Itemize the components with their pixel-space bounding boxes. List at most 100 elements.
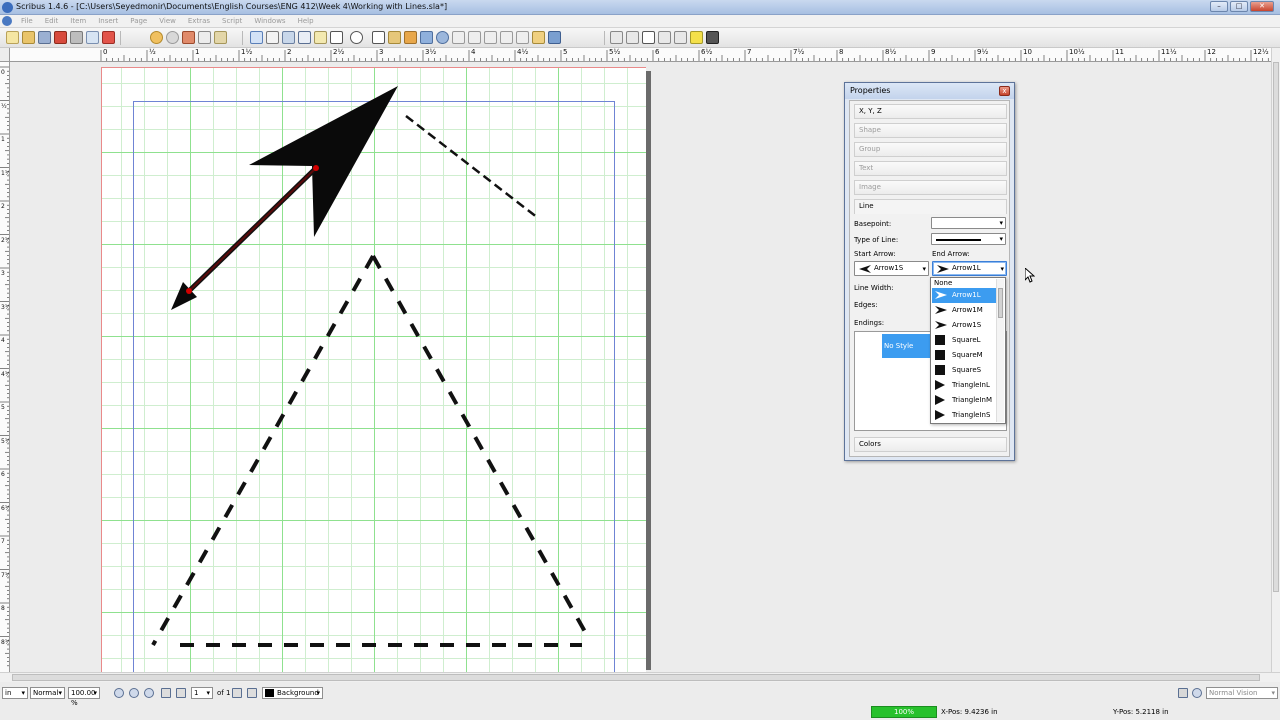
next-page-icon[interactable] [232, 688, 242, 698]
unit-select[interactable]: in [2, 687, 28, 699]
edit-text-icon[interactable] [468, 31, 481, 44]
copy-properties-icon[interactable] [532, 31, 545, 44]
image-frame-icon[interactable] [282, 31, 295, 44]
section-image[interactable]: Image [854, 180, 1007, 195]
freehand-icon[interactable] [404, 31, 417, 44]
pdf-listbox-icon[interactable] [674, 31, 687, 44]
dropdown-option-squarem[interactable]: SquareM [932, 348, 996, 363]
page-number-select[interactable]: 1 [191, 687, 213, 699]
save-icon[interactable] [38, 31, 51, 44]
close-window-button[interactable]: ✕ [1250, 1, 1274, 12]
new-document-icon[interactable] [6, 31, 19, 44]
layer-select[interactable]: Background [262, 687, 323, 699]
section-group[interactable]: Group [854, 142, 1007, 157]
section-line[interactable]: Line [854, 199, 1007, 214]
link-annotation-icon[interactable] [706, 31, 719, 44]
preview-mode-icon[interactable] [1178, 688, 1188, 698]
cut-icon[interactable] [182, 31, 195, 44]
menu-help[interactable]: Help [292, 15, 320, 28]
type-of-line-select[interactable]: ▾ [931, 233, 1006, 245]
close-document-icon[interactable] [54, 31, 67, 44]
vertical-ruler[interactable]: 0 ½ 1 1½ 2 2½ 3 3½ 4 4½ 5 5½ 6 6½ 7 7½ 8 8½ [0, 62, 10, 672]
dropdown-scrollbar[interactable] [996, 279, 1004, 422]
section-text[interactable]: Text [854, 161, 1007, 176]
horizontal-scrollbar[interactable] [0, 672, 1280, 682]
section-colors[interactable]: Colors [854, 437, 1007, 452]
start-arrow-select[interactable]: Arrow1S ▾ [854, 261, 929, 276]
menu-edit[interactable]: Edit [39, 15, 65, 28]
polygon-icon[interactable] [350, 31, 363, 44]
menu-insert[interactable]: Insert [92, 15, 124, 28]
zoom-100-icon[interactable] [129, 688, 139, 698]
rotate-icon[interactable] [420, 31, 433, 44]
previous-page-icon[interactable] [176, 688, 186, 698]
select-item-icon[interactable] [250, 31, 263, 44]
end-arrow-dropdown[interactable]: None Arrow1L Arrow1M Arrow1S SquareL Squ… [930, 277, 1006, 424]
pdf-pushbutton-icon[interactable] [610, 31, 623, 44]
pdf-combobox-icon[interactable] [658, 31, 671, 44]
view-as-icon[interactable] [1192, 688, 1202, 698]
zoom-icon[interactable] [436, 31, 449, 44]
basepoint-select[interactable]: ▾ [931, 217, 1006, 229]
dropdown-option-triangleinm[interactable]: TriangleInM [932, 393, 996, 408]
paste-icon[interactable] [214, 31, 227, 44]
dropdown-option-none[interactable]: None [932, 278, 996, 288]
menu-windows[interactable]: Windows [248, 15, 291, 28]
render-frame-icon[interactable] [298, 31, 311, 44]
horizontal-ruler[interactable]: 0 ½ 1 1½ 2 2½ 3 3½ 4 4½ 5 5½ 6 6½ 7 7½ 8 8½ 9 9½ 10 10½ 11 11½ 1… [10, 48, 1272, 62]
end-arrow-select[interactable]: Arrow1L ▾ [932, 261, 1007, 276]
eye-dropper-icon[interactable] [548, 31, 561, 44]
open-folder-icon[interactable] [22, 31, 35, 44]
ruler-label: 1½ [1, 169, 10, 177]
menu-file[interactable]: File [15, 15, 39, 28]
dropdown-scroll-thumb[interactable] [998, 288, 1003, 318]
last-page-icon[interactable] [247, 688, 257, 698]
properties-close-button[interactable]: x [999, 86, 1010, 96]
edit-contents-icon[interactable] [452, 31, 465, 44]
zoom-input[interactable]: 100.00 % [68, 687, 100, 707]
measurements-icon[interactable] [516, 31, 529, 44]
menu-page[interactable]: Page [124, 15, 153, 28]
unlink-frames-icon[interactable] [500, 31, 513, 44]
menu-script[interactable]: Script [216, 15, 248, 28]
dropdown-option-triangleinl[interactable]: TriangleInL [932, 378, 996, 393]
dropdown-option-squares[interactable]: SquareS [932, 363, 996, 378]
pdf-textfield-icon[interactable] [626, 31, 639, 44]
pdf-checkbox-icon[interactable] [642, 31, 655, 44]
zoom-out-icon[interactable] [114, 688, 124, 698]
menu-item[interactable]: Item [64, 15, 92, 28]
export-pdf-icon[interactable] [102, 31, 115, 44]
line-icon[interactable] [372, 31, 385, 44]
maximize-button[interactable]: □ [1230, 1, 1248, 12]
properties-title[interactable]: Properties [845, 83, 1014, 99]
text-frame-icon[interactable] [266, 31, 279, 44]
first-page-icon[interactable] [161, 688, 171, 698]
dropdown-option-arrow1m[interactable]: Arrow1M [932, 303, 996, 318]
shape-icon[interactable] [330, 31, 343, 44]
menu-extras[interactable]: Extras [182, 15, 216, 28]
table-icon[interactable] [314, 31, 327, 44]
horizontal-scroll-thumb[interactable] [12, 674, 1260, 681]
vertical-scrollbar[interactable] [1271, 48, 1280, 672]
section-shape[interactable]: Shape [854, 123, 1007, 138]
link-frames-icon[interactable] [484, 31, 497, 44]
redo-icon[interactable] [166, 31, 179, 44]
vertical-scroll-thumb[interactable] [1273, 62, 1279, 592]
section-xyz[interactable]: X, Y, Z [854, 104, 1007, 119]
preflight-icon[interactable] [86, 31, 99, 44]
undo-icon[interactable] [150, 31, 163, 44]
dropdown-option-arrow1l[interactable]: Arrow1L [932, 288, 996, 303]
print-icon[interactable] [70, 31, 83, 44]
dropdown-option-arrow1s[interactable]: Arrow1S [932, 318, 996, 333]
text-annotation-icon[interactable] [690, 31, 703, 44]
line-style-item[interactable]: No Style [882, 334, 934, 358]
menu-view[interactable]: View [153, 15, 182, 28]
image-quality-select[interactable]: Normal [30, 687, 65, 699]
dropdown-option-squarel[interactable]: SquareL [932, 333, 996, 348]
zoom-in-icon[interactable] [144, 688, 154, 698]
minimize-button[interactable]: – [1210, 1, 1228, 12]
dropdown-option-triangleins[interactable]: TriangleInS [932, 408, 996, 423]
vision-select[interactable]: Normal Vision [1206, 687, 1278, 699]
copy-icon[interactable] [198, 31, 211, 44]
bezier-icon[interactable] [388, 31, 401, 44]
